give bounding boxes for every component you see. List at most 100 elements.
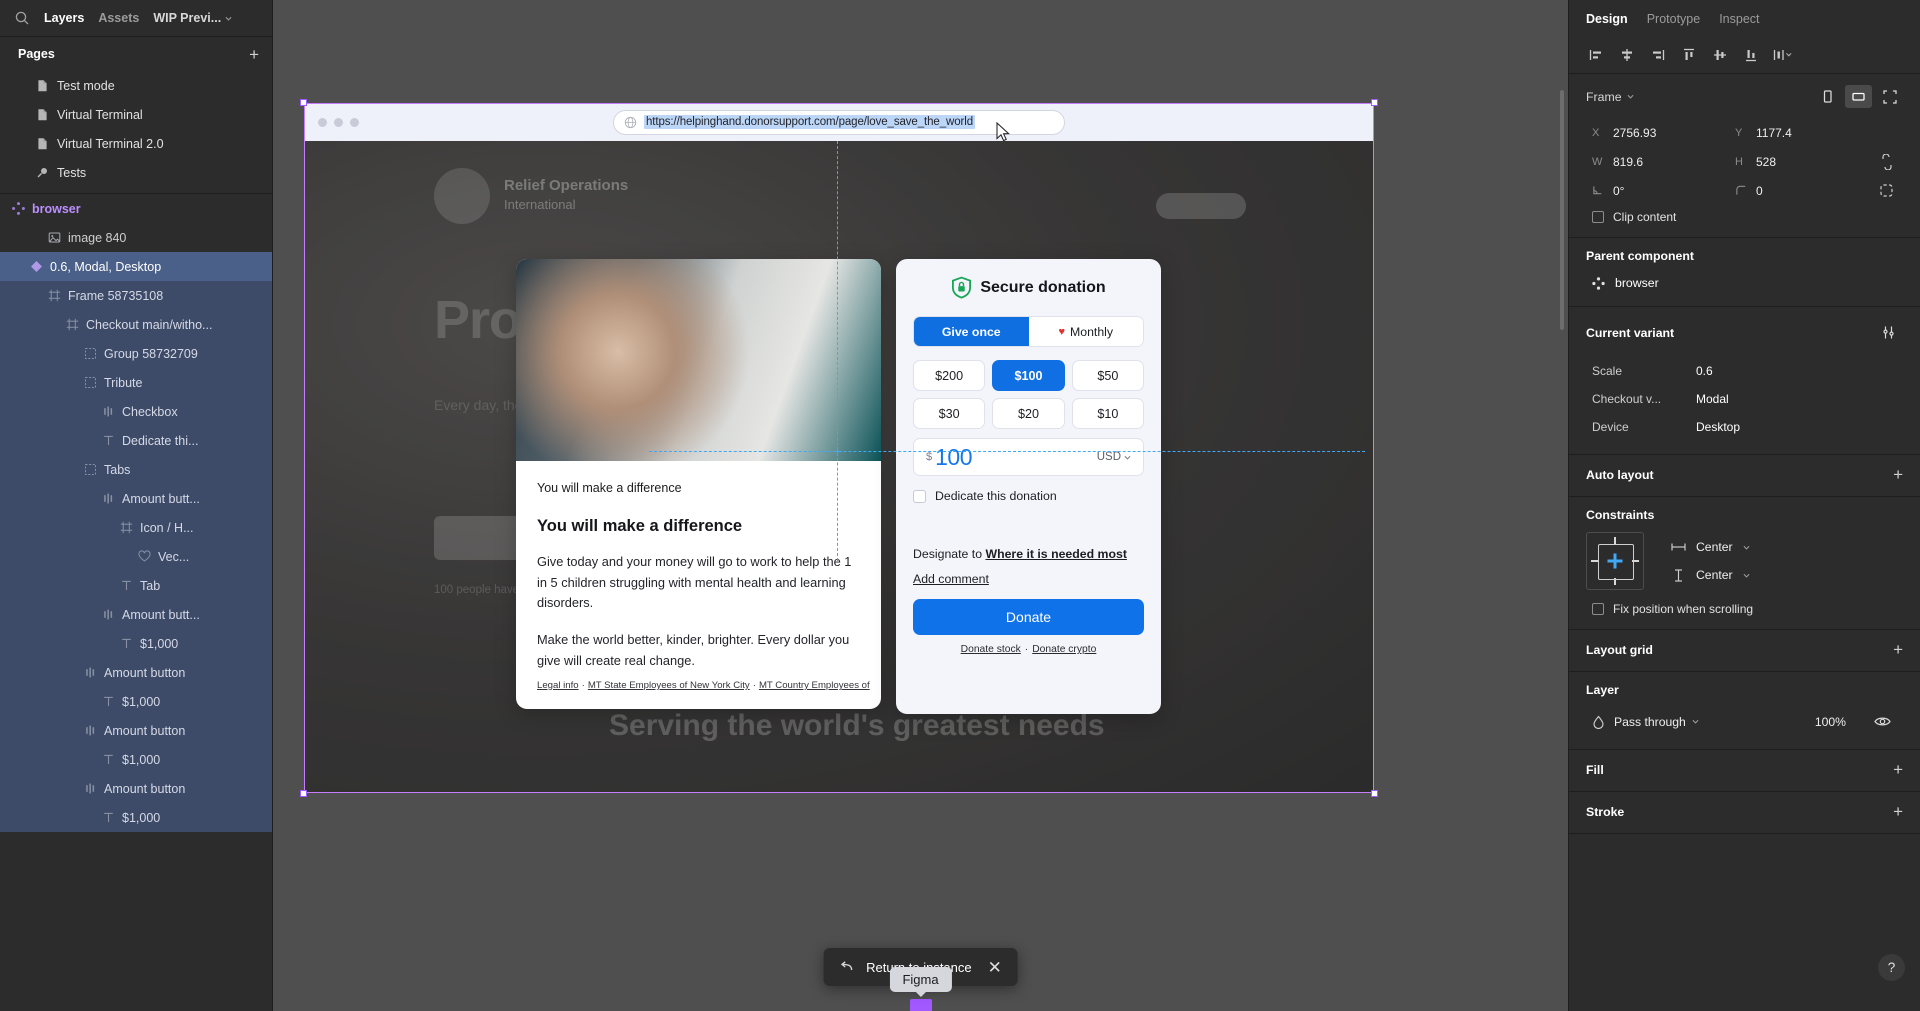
align-right-icon[interactable] — [1643, 43, 1672, 68]
resize-to-fit-icon[interactable] — [1876, 85, 1903, 108]
layer-item[interactable]: Frame 58735108 — [0, 281, 272, 310]
custom-amount-input[interactable]: $ 100 USD — [913, 438, 1144, 476]
landscape-orientation-icon[interactable] — [1845, 85, 1872, 108]
currency-selector[interactable]: USD — [1097, 451, 1131, 463]
url-input[interactable]: https://helpinghand.donorsupport.com/pag… — [644, 115, 975, 129]
amount-button[interactable]: $30 — [913, 398, 986, 429]
lock-aspect-ratio-icon[interactable] — [1872, 147, 1901, 176]
add-auto-layout-button[interactable]: + — [1893, 466, 1903, 483]
tab-give-once[interactable]: Give once — [914, 317, 1029, 346]
resize-handle-top-right[interactable] — [1371, 99, 1378, 106]
variant-property-row[interactable]: Device Desktop — [1586, 413, 1903, 441]
legal-info-link[interactable]: Legal info — [537, 680, 579, 691]
layer-item[interactable]: Amount button — [0, 774, 272, 803]
hero-header-button[interactable] — [1156, 193, 1246, 219]
layer-item[interactable]: Amount butt... — [0, 484, 272, 513]
donate-stock-link[interactable]: Donate stock — [961, 644, 1021, 655]
selected-frame[interactable]: https://helpinghand.donorsupport.com/pag… — [300, 99, 1378, 797]
rotation-field[interactable]: 0° — [1586, 176, 1719, 205]
layer-item[interactable]: Amount button — [0, 716, 272, 745]
layer-item[interactable]: Checkout main/witho... — [0, 310, 272, 339]
amount-button[interactable]: $20 — [992, 398, 1065, 429]
layer-item[interactable]: Amount button — [0, 658, 272, 687]
donate-crypto-link[interactable]: Donate crypto — [1032, 644, 1096, 655]
variant-property-row[interactable]: Checkout v... Modal — [1586, 385, 1903, 413]
corner-radius-field[interactable]: 0 — [1729, 176, 1862, 205]
align-bottom-icon[interactable] — [1736, 43, 1765, 68]
frame-type-selector[interactable]: Frame — [1586, 90, 1634, 104]
designate-value-link[interactable]: Where it is needed most — [985, 547, 1126, 561]
distribute-icon[interactable] — [1767, 43, 1796, 68]
layer-item[interactable]: Tabs — [0, 455, 272, 484]
clip-content-row[interactable]: Clip content — [1586, 210, 1903, 224]
layer-item[interactable]: Tribute — [0, 368, 272, 397]
tab-layers[interactable]: Layers — [44, 11, 84, 25]
layer-item[interactable]: $1,000 — [0, 745, 272, 774]
horizontal-constraint-select[interactable]: Center — [1666, 537, 1755, 557]
donate-button[interactable]: Donate — [913, 599, 1144, 635]
x-position-field[interactable]: X 2756.93 — [1586, 118, 1719, 147]
page-item-tests[interactable]: Tests — [0, 158, 272, 187]
fix-position-row[interactable]: Fix position when scrolling — [1586, 602, 1903, 616]
clip-content-checkbox[interactable] — [1592, 211, 1604, 223]
resize-handle-top-left[interactable] — [300, 99, 307, 106]
layer-item[interactable]: Checkbox — [0, 397, 272, 426]
search-icon[interactable] — [14, 10, 30, 26]
window-close-dot[interactable] — [318, 117, 327, 127]
mt-state-link[interactable]: MT State Employees of New York City — [588, 680, 750, 691]
blend-mode-select[interactable]: Pass through — [1614, 715, 1806, 729]
vertical-constraint-select[interactable]: Center — [1666, 565, 1755, 585]
variant-property-row[interactable]: Scale 0.6 — [1586, 357, 1903, 385]
layer-item[interactable]: $1,000 — [0, 803, 272, 832]
tab-inspect[interactable]: Inspect — [1719, 12, 1759, 26]
layer-item[interactable]: browser — [0, 194, 272, 223]
portrait-orientation-icon[interactable] — [1814, 85, 1841, 108]
align-horizontal-center-icon[interactable] — [1612, 43, 1641, 68]
fix-position-checkbox[interactable] — [1592, 603, 1604, 615]
add-layout-grid-button[interactable]: + — [1893, 641, 1903, 658]
canvas-scrollbar[interactable] — [1560, 90, 1564, 330]
tab-prototype[interactable]: Prototype — [1647, 12, 1701, 26]
dedicate-row[interactable]: Dedicate this donation — [913, 489, 1144, 503]
constraint-widget[interactable] — [1586, 532, 1644, 590]
amount-button[interactable]: $50 — [1071, 360, 1144, 391]
resize-handle-bottom-right[interactable] — [1371, 790, 1378, 797]
page-item-virtual-terminal[interactable]: Virtual Terminal — [0, 100, 272, 129]
layer-item[interactable]: image 840 — [0, 223, 272, 252]
variant-settings-icon[interactable] — [1874, 318, 1903, 347]
layer-item[interactable]: Vec... — [0, 542, 272, 571]
add-stroke-button[interactable]: + — [1893, 803, 1903, 820]
mt-country-link[interactable]: MT Country Employees of — [759, 680, 870, 691]
layer-item[interactable]: $1,000 — [0, 629, 272, 658]
eye-icon[interactable] — [1868, 707, 1897, 736]
page-item-virtual-terminal-2-0[interactable]: Virtual Terminal 2.0 — [0, 129, 272, 158]
add-page-button[interactable]: + — [249, 46, 259, 63]
layer-item[interactable]: 0.6, Modal, Desktop — [0, 252, 272, 281]
back-arrow-icon[interactable] — [839, 960, 853, 974]
resize-handle-bottom-left[interactable] — [300, 790, 307, 797]
amount-value[interactable]: 100 — [935, 444, 972, 471]
layer-item[interactable]: Amount butt... — [0, 600, 272, 629]
layer-item[interactable]: Icon / H... — [0, 513, 272, 542]
close-icon[interactable]: ✕ — [985, 959, 1005, 976]
align-vertical-center-icon[interactable] — [1705, 43, 1734, 68]
width-field[interactable]: W 819.6 — [1586, 147, 1719, 176]
layer-item[interactable]: Tab — [0, 571, 272, 600]
page-item-test-mode[interactable]: Test mode — [0, 71, 272, 100]
amount-button[interactable]: $100 — [992, 360, 1065, 391]
align-top-icon[interactable] — [1674, 43, 1703, 68]
tab-wip-preview[interactable]: WIP Previ... — [153, 11, 232, 25]
help-button[interactable]: ? — [1878, 954, 1905, 981]
dedicate-checkbox[interactable] — [913, 489, 926, 503]
layer-item[interactable]: $1,000 — [0, 687, 272, 716]
layer-opacity-value[interactable]: 100% — [1815, 715, 1846, 729]
layer-item[interactable]: Group 58732709 — [0, 339, 272, 368]
amount-button[interactable]: $10 — [1071, 398, 1144, 429]
independent-corners-icon[interactable] — [1872, 176, 1901, 205]
amount-button[interactable]: $200 — [913, 360, 986, 391]
tab-monthly[interactable]: ♥ Monthly — [1028, 317, 1143, 346]
layer-item[interactable]: Dedicate thi... — [0, 426, 272, 455]
height-field[interactable]: H 528 — [1729, 147, 1862, 176]
add-comment-link[interactable]: Add comment — [913, 572, 989, 586]
parent-component-row[interactable]: browser — [1586, 273, 1903, 293]
